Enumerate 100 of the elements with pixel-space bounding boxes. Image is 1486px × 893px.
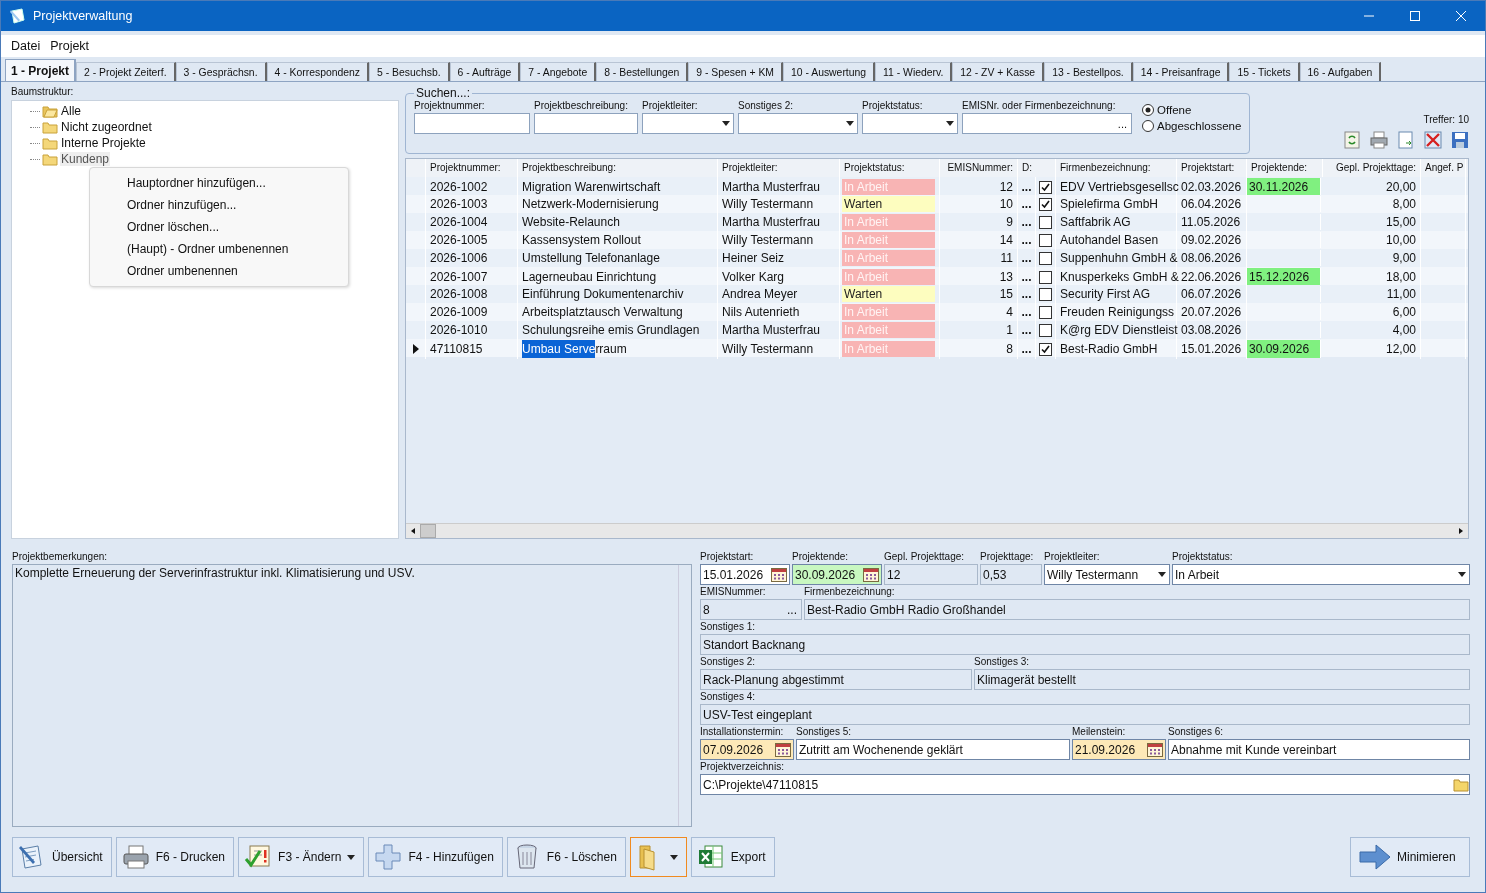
calendar-icon[interactable] [771, 567, 787, 582]
input-field[interactable] [534, 113, 638, 134]
tab[interactable]: 6 - Aufträge [449, 62, 521, 81]
remarks-text: Komplette Erneuerung der Serverinfrastruktur inkl. Klimatisierung und USV. [14, 565, 416, 581]
input-field[interactable]: C:\Projekte\47110815 [700, 774, 1470, 795]
toolbar-button[interactable]: Übersicht [12, 837, 112, 877]
field-label: Gepl. Projekttage: [884, 551, 966, 562]
menu-item[interactable]: Ordner löschen... [90, 216, 348, 238]
dropdown[interactable]: Willy Testermann [1044, 564, 1170, 585]
arrow-right-icon [1359, 844, 1391, 870]
input-field[interactable]: Best-Radio GmbH Radio Großhandel [804, 599, 1470, 620]
date-field[interactable]: 21.09.2026 [1072, 739, 1166, 760]
toolbar-button[interactable]: F3 - Ändern [238, 837, 365, 877]
caret-icon[interactable] [846, 121, 854, 126]
close-icon[interactable] [1455, 10, 1467, 22]
toolbar-button[interactable]: F6 - Drucken [115, 837, 235, 877]
caret-icon[interactable] [946, 121, 954, 126]
field-label: Sonstiges 3: [974, 656, 1031, 667]
dropdown[interactable]: In Arbeit [1172, 564, 1470, 585]
checkbox[interactable] [1039, 251, 1052, 265]
radio-button[interactable] [1142, 120, 1154, 132]
checkbox[interactable] [1039, 287, 1052, 301]
table-cell-text: Arbeitsplatztausch Verwaltung [522, 304, 683, 321]
input-field[interactable]: 8 ... [700, 599, 802, 620]
tab[interactable]: 2 - Projekt Zeiterf. [76, 62, 176, 81]
menu-item[interactable]: Ordner umbenennen [90, 260, 348, 282]
plus-icon [374, 843, 403, 871]
remarks-field[interactable]: Komplette Erneuerung der Serverinfrastruktur inkl. Klimatisierung und USV. [12, 564, 692, 827]
input-field[interactable]: Standort Backnang [700, 634, 1470, 655]
field-label: Projektbeschreibung: [534, 100, 629, 111]
tab[interactable]: 1 - Projekt [5, 59, 77, 81]
menu-item[interactable]: Projekt [50, 39, 90, 53]
checkbox[interactable] [1039, 305, 1052, 319]
tab[interactable]: 4 - Korrespondenz [266, 62, 369, 81]
refresh-icon[interactable] [1343, 131, 1361, 149]
input-field[interactable]: Klimagerät bestellt [974, 669, 1470, 690]
calendar-icon[interactable] [1147, 742, 1163, 757]
menu-item[interactable]: (Haupt) - Ordner umbenennen [90, 238, 348, 260]
tree-item[interactable]: Alle [60, 104, 82, 118]
tree-item[interactable]: Interne Projekte [60, 136, 147, 150]
checkbox[interactable] [1039, 180, 1052, 194]
input-field[interactable]: Abnahme mit Kunde vereinbart [1168, 739, 1470, 760]
input-field[interactable]: 12 [884, 564, 978, 585]
calendar-icon[interactable] [863, 567, 879, 582]
tab[interactable]: 11 - Wiederv. [875, 62, 953, 81]
tab[interactable]: 5 - Besuchsb. [369, 62, 450, 81]
date-field[interactable]: 07.09.2026 [700, 739, 794, 760]
input-field[interactable]: USV-Test eingeplant [700, 704, 1470, 725]
radio-button[interactable] [1142, 104, 1154, 116]
tree-item[interactable]: Kundenp [60, 152, 111, 166]
input-field[interactable]: Rack-Planung abgestimmt [700, 669, 972, 690]
maximize-icon[interactable] [1409, 10, 1421, 22]
lookup-button[interactable]: ... [1018, 339, 1036, 359]
checkbox[interactable] [1039, 323, 1052, 337]
delete-icon[interactable] [1424, 131, 1442, 149]
tree-item[interactable]: Nicht zugeordnet [60, 120, 153, 134]
caret-icon[interactable] [1458, 572, 1466, 577]
tab[interactable]: 15 - Tickets [1229, 62, 1300, 81]
tab[interactable]: 8 - Bestellungen [596, 62, 689, 81]
menu-item[interactable]: Ordner hinzufügen... [90, 194, 348, 216]
input-field[interactable] [414, 113, 530, 134]
tab[interactable]: 7 - Angebote [520, 62, 597, 81]
field-label: Sonstiges 4: [700, 691, 757, 702]
tab[interactable]: 16 - Aufgaben [1299, 62, 1382, 81]
checkbox[interactable] [1039, 342, 1052, 356]
menu-item[interactable]: Datei [11, 39, 41, 53]
checkbox[interactable] [1039, 197, 1052, 211]
printer-icon[interactable] [1370, 131, 1388, 149]
field-label: Sonstiges 6: [1168, 726, 1225, 737]
caret-icon[interactable] [669, 854, 678, 860]
caret-icon[interactable] [722, 121, 730, 126]
tab[interactable]: 10 - Auswertung [783, 62, 876, 81]
input-field[interactable]: Zutritt am Wochenende geklärt [796, 739, 1070, 760]
toolbar-button[interactable]: Export [690, 837, 775, 877]
calendar-icon[interactable] [775, 742, 791, 757]
tab[interactable]: 12 - ZV + Kasse [952, 62, 1045, 81]
caret-icon[interactable] [1158, 572, 1166, 577]
checkbox[interactable] [1039, 233, 1052, 247]
input-field[interactable]: 0,53 [980, 564, 1042, 585]
tab[interactable]: 9 - Spesen + KM [688, 62, 783, 81]
lookup-field[interactable]: ... [962, 113, 1132, 134]
tab[interactable]: 14 - Preisanfrage [1132, 62, 1230, 81]
field-label: Sonstiges 2: [700, 656, 757, 667]
menu-item[interactable]: Hauptordner hinzufügen... [90, 172, 348, 194]
checkbox[interactable] [1039, 215, 1052, 229]
toolbar-button[interactable]: F4 - Hinzufügen [368, 837, 503, 877]
toolbar-button[interactable]: F6 - Löschen [506, 837, 626, 877]
horizontal-scrollbar[interactable] [406, 523, 1468, 538]
tab[interactable]: 13 - Bestellpos. [1044, 62, 1133, 81]
checkbox[interactable] [1039, 270, 1052, 284]
tab[interactable]: 3 - Gesprächsn. [175, 62, 267, 81]
status-cell: In Arbeit [842, 269, 935, 285]
caret-icon[interactable] [347, 854, 356, 860]
field-label: Sonstiges 1: [700, 621, 757, 632]
date-field[interactable]: 30.09.2026 [792, 564, 882, 585]
save-icon[interactable] [1451, 131, 1469, 149]
date-field[interactable]: 15.01.2026 [700, 564, 790, 585]
minimize-button[interactable]: Minimieren [1350, 837, 1470, 877]
status-cell: In Arbeit [842, 232, 935, 248]
scroll-thumb[interactable] [420, 524, 436, 538]
